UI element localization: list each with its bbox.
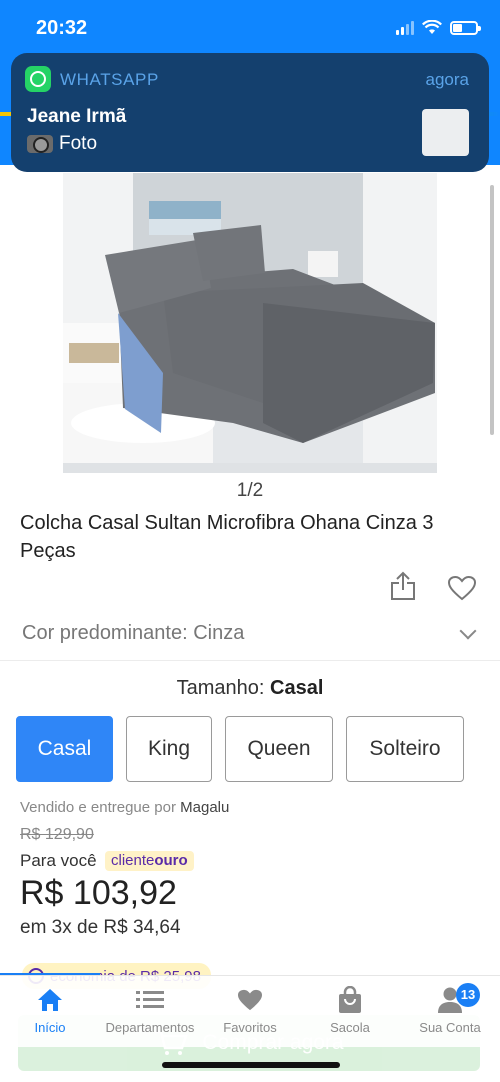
badge-bold-text: ouro bbox=[154, 852, 188, 869]
nav-favoritos-label: Favoritos bbox=[223, 1020, 277, 1035]
bottom-nav: Início Departamentos Favoritos Sacola 13… bbox=[0, 975, 500, 1047]
whatsapp-notification[interactable]: WHATSAPP agora Jeane Irmã Foto bbox=[11, 53, 489, 172]
image-pager: 1/2 bbox=[236, 480, 264, 501]
nav-favoritos[interactable]: Favoritos bbox=[200, 986, 300, 1035]
size-title-value: Casal bbox=[270, 677, 324, 699]
status-icons bbox=[396, 20, 481, 35]
size-option-king[interactable]: King bbox=[126, 716, 212, 782]
product-image[interactable] bbox=[63, 173, 437, 473]
home-icon bbox=[38, 989, 62, 1011]
installments: em 3x de R$ 34,64 bbox=[20, 917, 181, 938]
nav-departamentos-label: Departamentos bbox=[105, 1020, 195, 1035]
size-option-casal[interactable]: Casal bbox=[16, 716, 113, 782]
list-icon bbox=[136, 991, 164, 1008]
heart-outline-icon bbox=[447, 575, 477, 601]
badge-light-text: cliente bbox=[111, 852, 155, 869]
scrollbar[interactable] bbox=[490, 185, 494, 435]
camera-icon bbox=[27, 135, 53, 153]
seller-prefix: Vendido e entregue por bbox=[20, 799, 176, 816]
nav-departamentos[interactable]: Departamentos bbox=[100, 986, 200, 1035]
notification-message: Foto bbox=[27, 133, 97, 155]
seller-name: Magalu bbox=[180, 799, 230, 816]
account-badge: 13 bbox=[456, 983, 480, 1007]
notification-thumbnail bbox=[422, 109, 469, 156]
chevron-down-icon bbox=[459, 622, 477, 640]
color-selector[interactable]: Cor predominante: Cinza bbox=[0, 615, 500, 661]
color-label: Cor predominante: Cinza bbox=[22, 622, 245, 644]
seller-info: Vendido e entregue por Magalu bbox=[20, 799, 229, 816]
whatsapp-icon bbox=[25, 66, 51, 92]
status-time: 20:32 bbox=[36, 17, 88, 39]
notification-time: agora bbox=[425, 70, 469, 89]
bed-photo bbox=[63, 173, 437, 473]
share-icon bbox=[391, 571, 415, 600]
nav-sua-conta[interactable]: 13 Sua Conta bbox=[400, 983, 500, 1035]
battery-icon bbox=[450, 20, 481, 35]
bag-icon bbox=[339, 986, 361, 1013]
notification-sender: Jeane Irmã bbox=[27, 106, 127, 127]
status-bar: 20:32 bbox=[0, 0, 500, 54]
nav-sacola-label: Sacola bbox=[330, 1020, 370, 1035]
home-indicator[interactable] bbox=[162, 1062, 340, 1068]
favorite-button[interactable] bbox=[447, 575, 477, 601]
nav-inicio[interactable]: Início bbox=[0, 986, 100, 1035]
nav-inicio-label: Início bbox=[34, 1020, 66, 1035]
size-title-label: Tamanho: bbox=[176, 677, 265, 699]
old-price: R$ 129,90 bbox=[20, 826, 94, 843]
wifi-icon bbox=[422, 20, 442, 34]
share-button[interactable] bbox=[390, 571, 416, 601]
notification-message-text: Foto bbox=[59, 133, 98, 154]
notification-app-name: WHATSAPP bbox=[60, 70, 159, 89]
cliente-ouro-badge: clienteouro bbox=[105, 851, 194, 871]
nav-sacola[interactable]: Sacola bbox=[300, 986, 400, 1035]
size-options: Casal King Queen Solteiro bbox=[0, 716, 500, 782]
size-option-queen[interactable]: Queen bbox=[225, 716, 333, 782]
heart-icon bbox=[238, 989, 262, 1011]
price: R$ 103,92 bbox=[20, 874, 177, 912]
size-title: Tamanho: Casal bbox=[0, 677, 500, 700]
para-voce-label: Para você bbox=[20, 851, 97, 870]
signal-icon bbox=[396, 20, 414, 35]
nav-sua-conta-label: Sua Conta bbox=[419, 1020, 481, 1035]
size-option-solteiro[interactable]: Solteiro bbox=[346, 716, 464, 782]
product-title: Colcha Casal Sultan Microfibra Ohana Cin… bbox=[20, 512, 434, 562]
